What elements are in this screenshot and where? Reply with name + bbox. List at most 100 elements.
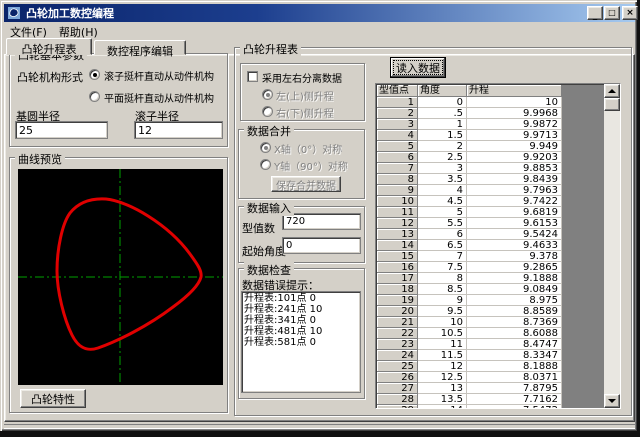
cell-angle: 5 [418,207,467,218]
cell-lift: 8.7369 [467,317,562,328]
start-angle-input[interactable]: 0 [282,237,361,254]
cell-point: 4 [377,130,418,141]
scroll-down-button[interactable] [604,394,620,408]
cell-angle: .5 [418,108,467,119]
tab-nc-program-edit[interactable]: 数控程序编辑 [94,40,186,55]
separate-data-checkbox[interactable] [247,71,258,82]
table-row[interactable]: 146.59.4633 [377,240,562,251]
cell-point: 3 [377,119,418,130]
cell-point: 27 [377,383,418,394]
data-error-listbox[interactable]: 升程表:101点 0升程表:241点 10升程表:341点 0升程表:481点 … [241,291,361,393]
radio-flat-follower-label: 平面挺杆直动从动件机构 [104,90,228,105]
radio-left-lift-label: 左(上)侧升程 [276,88,334,103]
title-bar[interactable]: 凸轮加工数控编程 _ □ × [4,4,635,22]
cell-point: 14 [377,240,418,251]
grid-header-lift: 升程 [467,85,562,97]
cell-point: 25 [377,361,418,372]
table-row[interactable]: 2.59.9968 [377,108,562,119]
table-row[interactable]: 1998.975 [377,295,562,306]
table-row[interactable]: 104.59.7422 [377,196,562,207]
group-data-check-label: 数据检查 [244,262,294,278]
cell-point: 16 [377,262,418,273]
app-icon [7,6,21,20]
base-radius-input[interactable]: 25 [15,121,108,139]
maximize-button[interactable]: □ [604,6,620,20]
roller-radius-input[interactable]: 12 [134,121,223,139]
app-window: 凸轮加工数控编程 _ □ × 文件(F) 帮助(H) 凸轮升程表 数控程序编辑 … [0,0,637,431]
cell-point: 18 [377,284,418,295]
mechanism-type-label: 凸轮机构形式 [17,69,83,85]
scroll-up-button[interactable] [604,84,620,98]
table-row[interactable]: 739.8853 [377,163,562,174]
cell-point: 1 [377,97,418,108]
cell-lift: 9.7422 [467,196,562,207]
table-row[interactable]: 21108.7369 [377,317,562,328]
cell-angle: 9 [418,295,467,306]
cell-point: 10 [377,196,418,207]
cell-lift: 8.6088 [467,328,562,339]
group-data-merge-label: 数据合并 [244,123,294,139]
error-line: 升程表:241点 10 [244,304,358,315]
menu-help[interactable]: 帮助(H) [53,22,104,38]
arrow-down-icon [608,399,616,403]
table-row[interactable]: 27137.8795 [377,383,562,394]
table-row[interactable]: 1789.1888 [377,273,562,284]
cell-lift: 9.9968 [467,108,562,119]
table-row[interactable]: 23118.4747 [377,339,562,350]
table-row[interactable]: 188.59.0849 [377,284,562,295]
cam-profile-plot [18,169,223,385]
tab-lift-table[interactable]: 凸轮升程表 [6,38,92,55]
table-row[interactable]: 2813.57.7162 [377,394,562,405]
close-button[interactable]: × [622,6,638,20]
table-row[interactable]: 949.7963 [377,185,562,196]
radio-flat-follower[interactable] [89,91,100,102]
error-line: 升程表:581点 0 [244,337,358,348]
error-line: 升程表:481点 10 [244,326,358,337]
cell-angle: 13.5 [418,394,467,405]
points-count-label: 型值数 [242,220,275,236]
table-row[interactable]: 1369.5424 [377,229,562,240]
cell-lift: 8.975 [467,295,562,306]
cell-point: 11 [377,207,418,218]
table-row[interactable]: 83.59.8439 [377,174,562,185]
cell-angle: 7.5 [418,262,467,273]
table-row[interactable]: 62.59.9203 [377,152,562,163]
cell-point: 8 [377,174,418,185]
table-row[interactable]: 1010 [377,97,562,108]
table-row[interactable]: 29147.5472 [377,405,562,409]
read-data-button[interactable]: 读入数据 [390,57,446,78]
table-row[interactable]: 1579.378 [377,251,562,262]
table-row[interactable]: 319.9872 [377,119,562,130]
cell-point: 24 [377,350,418,361]
group-lift-table-label: 凸轮升程表 [240,41,301,57]
menu-bar: 文件(F) 帮助(H) [4,22,635,38]
table-row[interactable]: 2612.58.0371 [377,372,562,383]
lift-data-grid[interactable]: 型值点 角度 升程 10102.59.9968319.987241.59.971… [375,83,621,409]
start-angle-label: 起始角度 [242,243,286,259]
table-row[interactable]: 125.59.6153 [377,218,562,229]
table-row[interactable]: 167.59.2865 [377,262,562,273]
minimize-button[interactable]: _ [587,6,603,20]
cell-lift: 9.8853 [467,163,562,174]
cell-lift: 10 [467,97,562,108]
table-row[interactable]: 529.949 [377,141,562,152]
radio-roller-follower[interactable] [89,69,100,80]
group-curve-preview-label: 曲线预览 [15,151,65,167]
cell-lift: 9.9203 [467,152,562,163]
table-row[interactable]: 209.58.8589 [377,306,562,317]
cell-point: 6 [377,152,418,163]
grid-vertical-scrollbar[interactable] [604,84,620,408]
table-row[interactable]: 1159.6819 [377,207,562,218]
cell-point: 5 [377,141,418,152]
scroll-thumb[interactable] [604,98,620,111]
table-row[interactable]: 41.59.9713 [377,130,562,141]
cell-lift: 9.0849 [467,284,562,295]
table-row[interactable]: 2411.58.3347 [377,350,562,361]
radio-y-symmetric [260,159,271,170]
table-row[interactable]: 2210.58.6088 [377,328,562,339]
cell-lift: 9.9872 [467,119,562,130]
cam-preview-canvas [18,169,223,385]
menu-file[interactable]: 文件(F) [4,22,53,38]
table-row[interactable]: 25128.1888 [377,361,562,372]
cam-characteristics-button[interactable]: 凸轮特性 [20,389,86,408]
